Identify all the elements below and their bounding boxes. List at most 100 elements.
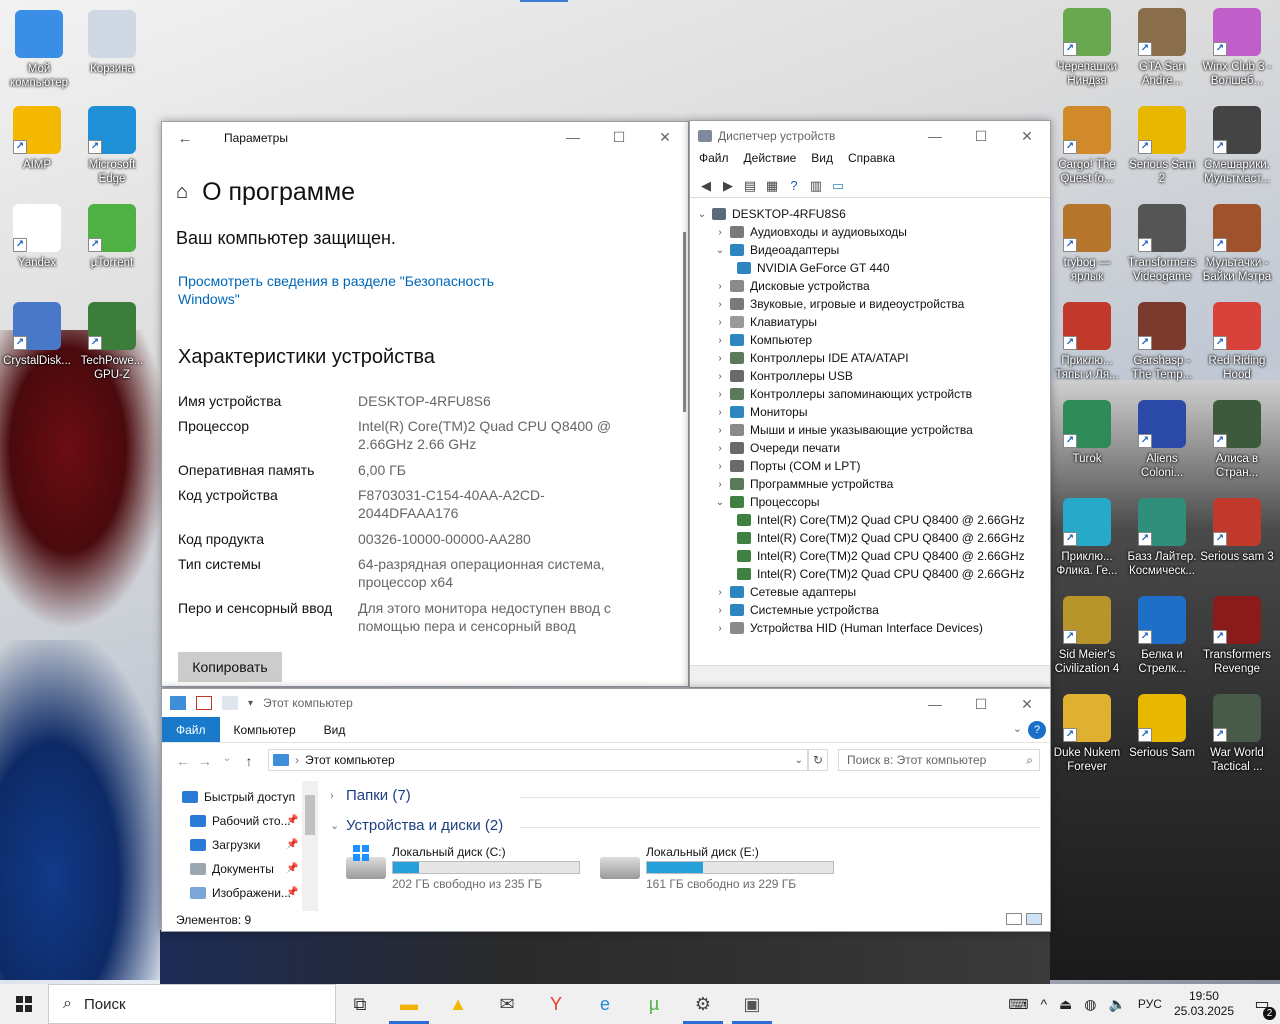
desktop-icon[interactable]: Корзина xyxy=(75,10,149,76)
tree-node[interactable]: › Контроллеры USB xyxy=(714,367,853,385)
expand-icon[interactable]: › xyxy=(714,479,726,490)
address-bar[interactable]: › Этот компьютер ⌄ xyxy=(268,749,808,771)
devmgr-titlebar[interactable]: Диспетчер устройств — ☐ ✕ xyxy=(690,121,1050,151)
expand-icon[interactable]: › xyxy=(714,407,726,418)
tab-computer[interactable]: Компьютер xyxy=(220,717,310,742)
expand-icon[interactable]: › xyxy=(714,281,726,292)
maximize-button[interactable]: ☐ xyxy=(958,121,1004,151)
settings-titlebar[interactable]: ← Параметры — ☐ ✕ xyxy=(162,122,688,154)
expand-icon[interactable]: › xyxy=(714,623,726,634)
menu-file[interactable]: Файл xyxy=(699,151,729,171)
help-icon[interactable]: ? xyxy=(784,178,804,194)
close-button[interactable]: ✕ xyxy=(1004,689,1050,719)
nav-item[interactable]: Загрузки xyxy=(190,835,260,855)
expand-icon[interactable]: › xyxy=(714,371,726,382)
utorrent-taskbar-icon[interactable]: µ xyxy=(630,984,678,1024)
desktop-icon[interactable]: ↗ Garshasp - The Temp... xyxy=(1125,302,1199,382)
nav-item[interactable]: Быстрый доступ xyxy=(182,787,295,807)
settings-scrollbar[interactable] xyxy=(683,232,686,412)
tab-view[interactable]: Вид xyxy=(310,717,360,742)
expand-icon[interactable]: › xyxy=(714,353,726,364)
desktop-icon[interactable]: ↗ AIMP xyxy=(0,106,74,172)
desktop-icon[interactable]: ↗ trybog — ярлык xyxy=(1050,204,1124,284)
menu-view[interactable]: Вид xyxy=(811,151,833,171)
desktop-icon[interactable]: ↗ Serious Sam xyxy=(1125,694,1199,760)
desktop-icon[interactable]: ↗ Turok xyxy=(1050,400,1124,466)
desktop-icon[interactable]: ↗ Черепашки Ниндзя xyxy=(1050,8,1124,88)
nav-item[interactable]: Рабочий сто... xyxy=(190,811,291,831)
tree-node[interactable]: › Дисковые устройства xyxy=(714,277,869,295)
tab-file[interactable]: Файл xyxy=(162,717,220,742)
tree-node[interactable]: Intel(R) Core(TM)2 Quad CPU Q8400 @ 2.66… xyxy=(733,529,1025,547)
collapse-icon[interactable]: ⌄ xyxy=(330,819,340,832)
details-view-icon[interactable] xyxy=(1006,913,1022,925)
minimize-button[interactable]: — xyxy=(912,689,958,719)
security-link[interactable]: Просмотреть сведения в разделе "Безопасн… xyxy=(178,272,538,308)
usb-icon[interactable]: ⏏ xyxy=(1059,996,1072,1013)
desktop-icon[interactable]: ↗ Мультачки - Байки Мэтра xyxy=(1200,204,1274,284)
desktop-icon[interactable]: ↗ µTorrent xyxy=(75,204,149,270)
desktop-icon[interactable]: ↗ Red Riding Hood xyxy=(1200,302,1274,382)
network-icon[interactable]: ◍ xyxy=(1084,996,1096,1013)
desktop-icon[interactable]: ↗ Базз Лайтер. Космическ... xyxy=(1125,498,1199,578)
group-header[interactable]: ⌄ Устройства и диски (2) xyxy=(330,817,1040,834)
expand-ribbon-icon[interactable]: ⌄ xyxy=(1013,722,1022,735)
tree-node[interactable]: › Клавиатуры xyxy=(714,313,817,331)
expand-icon[interactable]: › xyxy=(714,587,726,598)
expand-icon[interactable]: › xyxy=(714,299,726,310)
desktop-icon[interactable]: ↗ War World Tactical ... xyxy=(1200,694,1274,774)
scan-monitor-icon[interactable]: ▭ xyxy=(828,178,848,194)
expand-icon[interactable]: › xyxy=(714,461,726,472)
tree-node[interactable]: › Устройства HID (Human Interface Devices… xyxy=(714,619,983,637)
back-arrow-icon[interactable]: ← xyxy=(162,130,208,147)
tiles-view-icon[interactable] xyxy=(1026,913,1042,925)
expand-icon[interactable]: › xyxy=(714,389,726,400)
desktop-icon[interactable]: ↗ Winx Club 3 - Волшеб... xyxy=(1200,8,1274,88)
details-icon[interactable]: ▥ xyxy=(806,178,826,194)
expand-icon[interactable]: › xyxy=(714,443,726,454)
desktop-icon[interactable]: ↗ Aliens Coloni... xyxy=(1125,400,1199,480)
copy-button[interactable]: Копировать xyxy=(178,652,282,682)
help-icon[interactable]: ? xyxy=(1028,721,1046,739)
tree-node[interactable]: › Звуковые, игровые и видеоустройства xyxy=(714,295,964,313)
properties-icon[interactable] xyxy=(196,696,212,710)
tree-node[interactable]: › Контроллеры запоминающих устройств xyxy=(714,385,972,403)
group-header[interactable]: › Папки (7) xyxy=(330,787,1040,804)
pin-icon[interactable]: 📌 xyxy=(286,863,298,874)
language-indicator[interactable]: РУС xyxy=(1138,997,1162,1011)
tree-node[interactable]: › Системные устройства xyxy=(714,601,878,619)
desktop-icon[interactable]: ↗ Смешарики. Мультмаст... xyxy=(1200,106,1274,186)
tree-node[interactable]: › Мониторы xyxy=(714,403,807,421)
expand-icon[interactable]: › xyxy=(714,317,726,328)
tree-node[interactable]: › Порты (COM и LPT) xyxy=(714,457,860,475)
desktop-icon[interactable]: ↗ Microsoft Edge xyxy=(75,106,149,186)
tree-root[interactable]: ⌄ DESKTOP-4RFU8S6 xyxy=(696,205,846,223)
tree-node[interactable]: Intel(R) Core(TM)2 Quad CPU Q8400 @ 2.66… xyxy=(733,565,1025,583)
view-icon[interactable]: ▦ xyxy=(762,178,782,194)
device-manager-taskbar-icon[interactable]: ▣ xyxy=(728,984,776,1024)
address-dropdown-icon[interactable]: ⌄ xyxy=(795,755,803,766)
pin-icon[interactable]: 📌 xyxy=(286,887,298,898)
drive-tile[interactable]: Локальный диск (E:) 161 ГБ свободно из 22… xyxy=(590,845,850,891)
home-icon[interactable]: ⌂ xyxy=(176,181,188,204)
forward-icon[interactable]: ▶ xyxy=(718,178,738,194)
tree-node[interactable]: › Контроллеры IDE ATA/ATAPI xyxy=(714,349,908,367)
expand-icon[interactable]: › xyxy=(714,425,726,436)
yandex-taskbar-icon[interactable]: Y xyxy=(532,984,580,1024)
clock[interactable]: 19:50 25.03.2025 xyxy=(1174,989,1234,1019)
tree-node[interactable]: › Очереди печати xyxy=(714,439,840,457)
back-arrow-icon[interactable]: ← xyxy=(172,753,194,769)
tree-node[interactable]: › Программные устройства xyxy=(714,475,893,493)
desktop-icon[interactable]: ↗ Transformers Videogame xyxy=(1125,204,1199,284)
back-icon[interactable]: ◀ xyxy=(696,178,716,194)
menu-help[interactable]: Справка xyxy=(848,151,895,171)
desktop-icon[interactable]: ↗ Белка и Стрелк... xyxy=(1125,596,1199,676)
tree-node[interactable]: › Сетевые адаптеры xyxy=(714,583,856,601)
settings-taskbar-icon[interactable]: ⚙ xyxy=(679,984,727,1024)
chevron-up-icon[interactable]: ^ xyxy=(1040,996,1047,1012)
expand-icon[interactable]: › xyxy=(714,227,726,238)
desktop-icon[interactable]: ↗ Serious Sam 2 xyxy=(1125,106,1199,186)
customize-toolbar-icon[interactable]: ▾ xyxy=(248,698,253,709)
close-button[interactable]: ✕ xyxy=(1004,121,1050,151)
forward-arrow-icon[interactable]: → xyxy=(194,753,216,769)
